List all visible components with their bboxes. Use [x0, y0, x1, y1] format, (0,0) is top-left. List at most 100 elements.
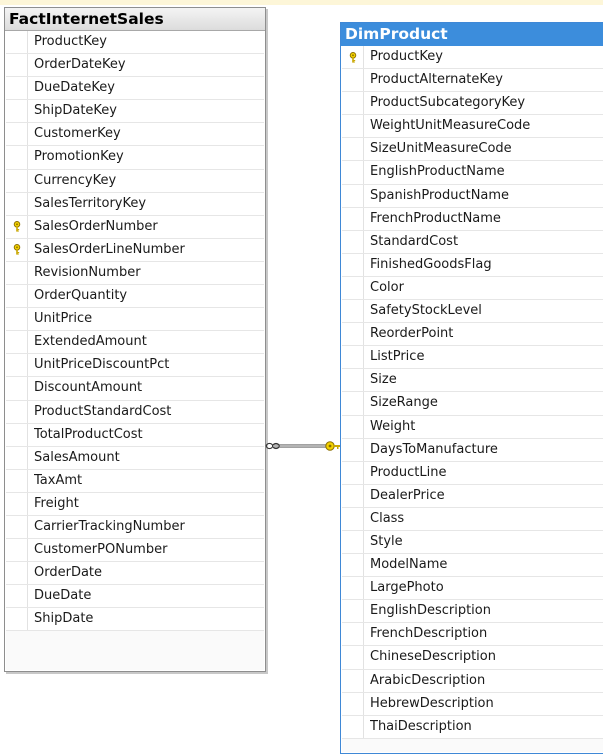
column-name: ProductStandardCost: [34, 403, 172, 419]
table-title[interactable]: FactInternetSales: [5, 8, 265, 31]
column-name: SalesOrderNumber: [34, 218, 158, 234]
column-row-productline[interactable]: ProductLine: [342, 461, 603, 485]
column-name: ShipDateKey: [34, 103, 117, 119]
column-row-productkey[interactable]: ProductKey: [342, 46, 603, 70]
column-row-salesamount[interactable]: SalesAmount: [6, 446, 264, 470]
column-row-salesterritorykey[interactable]: SalesTerritoryKey: [6, 192, 264, 216]
column-row-thaidescription[interactable]: ThaiDescription: [342, 715, 603, 739]
column-row-customerkey[interactable]: CustomerKey: [6, 123, 264, 147]
key-cell: [6, 31, 28, 54]
key-cell: [342, 115, 364, 138]
column-name: StandardCost: [370, 233, 459, 249]
column-row-productalternatekey[interactable]: ProductAlternateKey: [342, 69, 603, 93]
key-cell: [342, 323, 364, 346]
column-name: Size: [370, 372, 397, 388]
column-name: SalesTerritoryKey: [34, 195, 147, 211]
column-name: ReorderPoint: [370, 326, 454, 342]
column-row-class[interactable]: Class: [342, 507, 603, 531]
column-row-frenchproductname[interactable]: FrenchProductName: [342, 207, 603, 231]
column-row-daystomanufacture[interactable]: DaysToManufacture: [342, 438, 603, 462]
column-row-finishedgoodsflag[interactable]: FinishedGoodsFlag: [342, 253, 603, 277]
column-name: DueDate: [34, 588, 92, 604]
column-row-shipdatekey[interactable]: ShipDateKey: [6, 100, 264, 124]
key-cell: [342, 346, 364, 369]
column-row-sizeunitmeasurecode[interactable]: SizeUnitMeasureCode: [342, 138, 603, 162]
column-row-chinesedescription[interactable]: ChineseDescription: [342, 646, 603, 670]
column-row-style[interactable]: Style: [342, 530, 603, 555]
column-row-totalproductcost[interactable]: TotalProductCost: [6, 423, 264, 447]
column-row-productkey[interactable]: ProductKey: [6, 31, 264, 55]
column-name: DaysToManufacture: [370, 441, 498, 457]
key-cell: [6, 192, 28, 215]
column-name: OrderDate: [34, 565, 103, 581]
column-rows: ProductKey ProductAlternateKey ProductSu…: [342, 46, 603, 739]
column-row-dealerprice[interactable]: DealerPrice: [342, 484, 603, 508]
column-row-orderdatekey[interactable]: OrderDateKey: [6, 54, 264, 78]
column-row-weightunitmeasurecode[interactable]: WeightUnitMeasureCode: [342, 115, 603, 139]
column-row-hebrewdescription[interactable]: HebrewDescription: [342, 692, 603, 716]
column-row-standardcost[interactable]: StandardCost: [342, 230, 603, 254]
column-row-salesordernumber[interactable]: SalesOrderNumber: [6, 215, 264, 239]
column-row-unitpricediscountpct[interactable]: UnitPriceDiscountPct: [6, 354, 264, 378]
column-row-reorderpoint[interactable]: ReorderPoint: [342, 323, 603, 347]
column-row-englishproductname[interactable]: EnglishProductName: [342, 161, 603, 185]
column-row-shipdate[interactable]: ShipDate: [6, 608, 264, 632]
column-name: DealerPrice: [370, 487, 445, 503]
column-row-frenchdescription[interactable]: FrenchDescription: [342, 623, 603, 647]
column-name: SafetyStockLevel: [370, 303, 482, 319]
column-row-promotionkey[interactable]: PromotionKey: [6, 146, 264, 170]
key-cell: [342, 138, 364, 161]
column-row-customerponumber[interactable]: CustomerPONumber: [6, 539, 264, 563]
column-row-duedate[interactable]: DueDate: [6, 585, 264, 609]
column-list: ProductKey OrderDateKey DueDateKey ShipD…: [6, 31, 264, 670]
column-row-weight[interactable]: Weight: [342, 415, 603, 439]
table-factinternetsales[interactable]: FactInternetSales ProductKey OrderDateKe…: [4, 7, 266, 672]
key-cell: [342, 92, 364, 115]
column-row-arabicdescription[interactable]: ArabicDescription: [342, 669, 603, 693]
column-row-largephoto[interactable]: LargePhoto: [342, 577, 603, 601]
column-row-orderdate[interactable]: OrderDate: [6, 562, 264, 586]
column-row-sizerange[interactable]: SizeRange: [342, 392, 603, 416]
column-row-unitprice[interactable]: UnitPrice: [6, 308, 264, 332]
column-name: WeightUnitMeasureCode: [370, 118, 531, 134]
column-row-freight[interactable]: Freight: [6, 492, 264, 516]
column-row-orderquantity[interactable]: OrderQuantity: [6, 285, 264, 309]
column-row-duedatekey[interactable]: DueDateKey: [6, 77, 264, 101]
column-row-extendedamount[interactable]: ExtendedAmount: [6, 331, 264, 355]
column-name: Class: [370, 510, 405, 526]
column-name: ProductSubcategoryKey: [370, 95, 526, 111]
key-cell: [342, 577, 364, 600]
column-row-listprice[interactable]: ListPrice: [342, 346, 603, 370]
column-row-taxamt[interactable]: TaxAmt: [6, 469, 264, 493]
column-row-englishdescription[interactable]: EnglishDescription: [342, 600, 603, 624]
column-row-productstandardcost[interactable]: ProductStandardCost: [6, 400, 264, 424]
column-name: RevisionNumber: [34, 264, 141, 280]
column-row-spanishproductname[interactable]: SpanishProductName: [342, 184, 603, 208]
column-row-carriertrackingnumber[interactable]: CarrierTrackingNumber: [6, 515, 264, 540]
key-cell: [6, 400, 28, 423]
key-cell: [6, 608, 28, 631]
table-dimproduct[interactable]: DimProduct ProductKey ProductAlternateKe…: [340, 22, 603, 754]
key-cell: [342, 623, 364, 646]
column-name: SpanishProductName: [370, 187, 510, 203]
column-row-revisionnumber[interactable]: RevisionNumber: [6, 261, 264, 286]
key-cell: [342, 715, 364, 738]
key-cell: [6, 100, 28, 123]
column-name: Style: [370, 533, 403, 549]
column-row-salesorderlinenumber[interactable]: SalesOrderLineNumber: [6, 238, 264, 262]
key-cell: [6, 169, 28, 192]
key-cell: [342, 669, 364, 692]
column-row-modelname[interactable]: ModelName: [342, 554, 603, 578]
canvas-top-strip: [0, 0, 603, 5]
column-name: SalesAmount: [34, 449, 120, 465]
table-title[interactable]: DimProduct: [341, 23, 603, 46]
column-row-size[interactable]: Size: [342, 369, 603, 393]
column-row-color[interactable]: Color: [342, 276, 603, 301]
column-row-safetystocklevel[interactable]: SafetyStockLevel: [342, 300, 603, 324]
key-cell: [342, 438, 364, 461]
column-row-productsubcategorykey[interactable]: ProductSubcategoryKey: [342, 92, 603, 116]
column-row-currencykey[interactable]: CurrencyKey: [6, 169, 264, 193]
key-cell: [6, 585, 28, 608]
column-row-discountamount[interactable]: DiscountAmount: [6, 377, 264, 401]
column-name: OrderDateKey: [34, 57, 126, 73]
